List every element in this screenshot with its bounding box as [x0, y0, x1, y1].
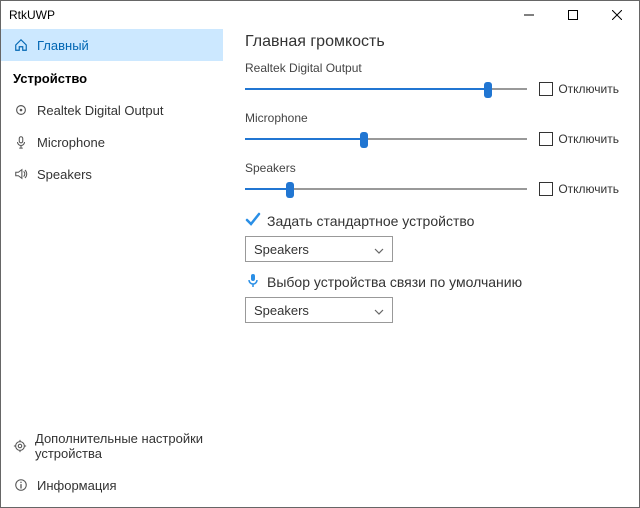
sidebar-item-label: Microphone	[37, 135, 105, 150]
main-panel: Главная громкость Realtek Digital Output…	[223, 29, 639, 507]
volume-slider-microphone[interactable]	[245, 131, 527, 147]
window-title: RtkUWP	[1, 8, 507, 22]
sidebar: Главный Устройство Realtek Digital Outpu…	[1, 29, 223, 507]
volume-slider-speakers[interactable]	[245, 181, 527, 197]
sidebar-item-digital-output[interactable]: Realtek Digital Output	[1, 94, 223, 126]
info-icon	[13, 477, 29, 493]
sidebar-item-microphone[interactable]: Microphone	[1, 126, 223, 158]
sidebar-item-label: Speakers	[37, 167, 92, 182]
speaker-icon	[13, 166, 29, 182]
sidebar-item-label: Информация	[37, 478, 117, 493]
minimize-button[interactable]	[507, 1, 551, 29]
sidebar-item-speakers[interactable]: Speakers	[1, 158, 223, 190]
spdif-icon	[13, 102, 29, 118]
window-controls	[507, 1, 639, 29]
sidebar-item-info[interactable]: Информация	[1, 469, 223, 501]
sidebar-heading: Устройство	[1, 61, 223, 94]
sidebar-item-advanced[interactable]: Дополнительные настройки устройства	[1, 423, 223, 469]
check-icon	[245, 211, 261, 230]
volume-label: Speakers	[245, 161, 619, 175]
section-title: Задать стандартное устройство	[267, 213, 474, 229]
default-device-heading: Задать стандартное устройство	[245, 211, 619, 230]
volume-group-speakers: Speakers Отключить	[245, 161, 619, 197]
mute-label: Отключить	[558, 82, 619, 96]
volume-group-microphone: Microphone Отключить	[245, 111, 619, 147]
comm-device-combo[interactable]: Speakers	[245, 297, 393, 323]
gear-icon	[13, 438, 27, 454]
volume-group-digital: Realtek Digital Output Отключить	[245, 61, 619, 97]
checkbox-icon	[539, 82, 553, 96]
comm-device-heading: Выбор устройства связи по умолчанию	[245, 272, 619, 291]
sidebar-item-label: Дополнительные настройки устройства	[35, 431, 211, 461]
mute-checkbox-microphone[interactable]: Отключить	[539, 132, 619, 146]
checkbox-icon	[539, 132, 553, 146]
section-title: Выбор устройства связи по умолчанию	[267, 274, 522, 290]
mute-label: Отключить	[558, 132, 619, 146]
sidebar-item-label: Главный	[37, 38, 89, 53]
checkbox-icon	[539, 182, 553, 196]
page-title: Главная громкость	[245, 33, 619, 51]
sidebar-item-label: Realtek Digital Output	[37, 103, 163, 118]
mute-checkbox-speakers[interactable]: Отключить	[539, 182, 619, 196]
maximize-button[interactable]	[551, 1, 595, 29]
titlebar: RtkUWP	[1, 1, 639, 29]
volume-slider-digital[interactable]	[245, 81, 527, 97]
chevron-down-icon	[374, 242, 384, 257]
microphone-icon	[245, 272, 261, 291]
combo-value: Speakers	[254, 242, 309, 257]
mute-checkbox-digital[interactable]: Отключить	[539, 82, 619, 96]
mute-label: Отключить	[558, 182, 619, 196]
close-button[interactable]	[595, 1, 639, 29]
volume-label: Realtek Digital Output	[245, 61, 619, 75]
home-icon	[13, 37, 29, 53]
volume-label: Microphone	[245, 111, 619, 125]
chevron-down-icon	[374, 303, 384, 318]
microphone-icon	[13, 134, 29, 150]
combo-value: Speakers	[254, 303, 309, 318]
sidebar-item-main[interactable]: Главный	[1, 29, 223, 61]
default-device-combo[interactable]: Speakers	[245, 236, 393, 262]
